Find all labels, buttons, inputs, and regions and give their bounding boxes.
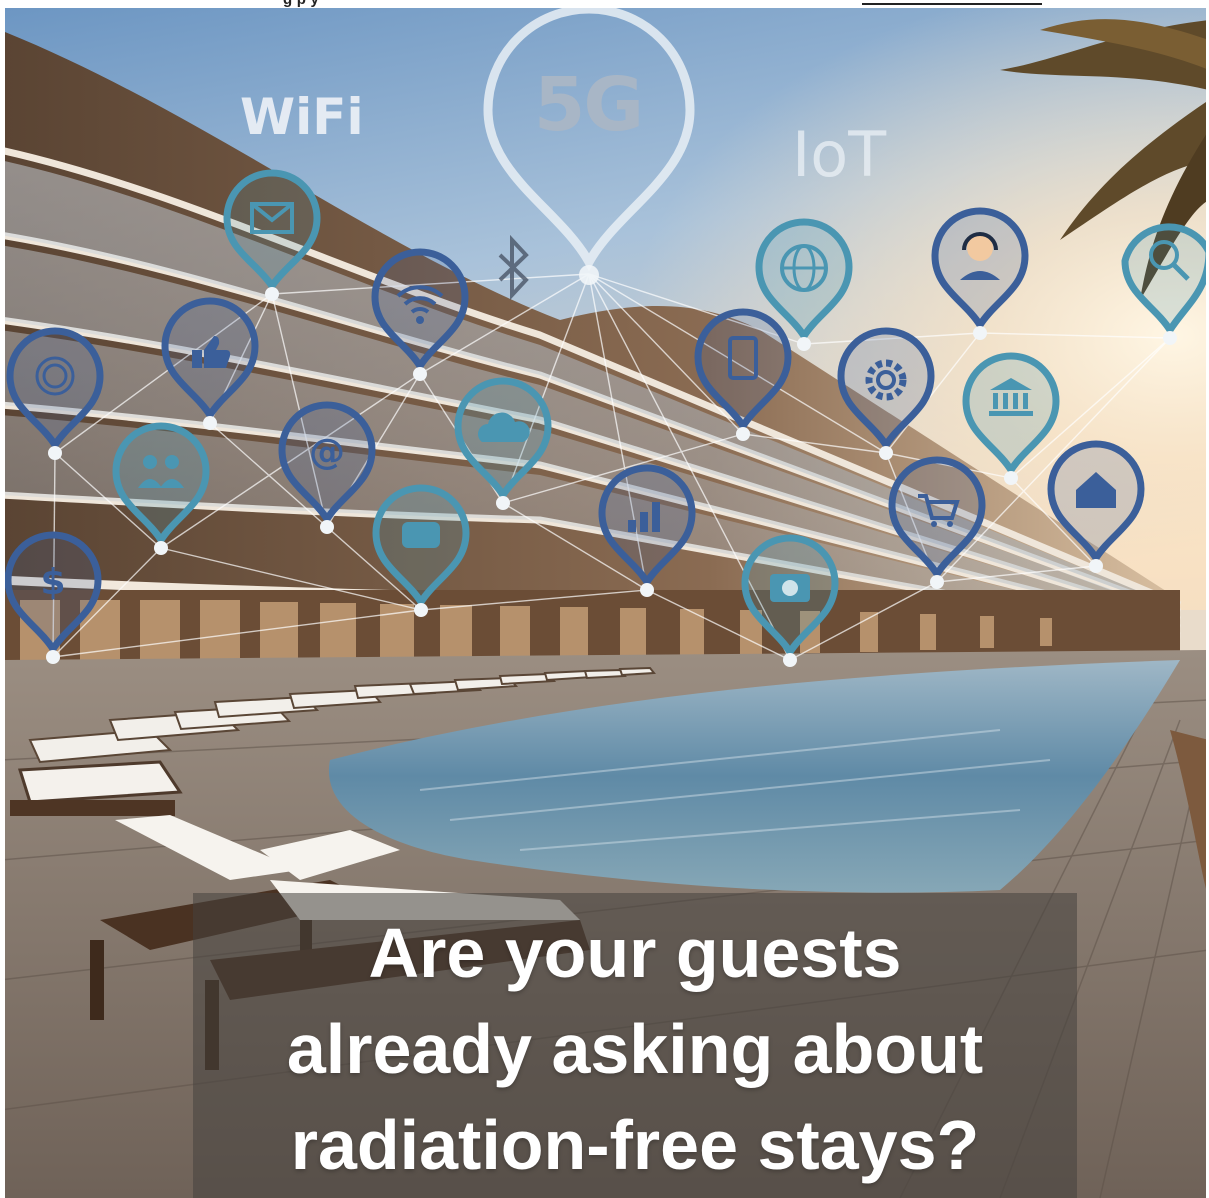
svg-text:@: @ (309, 432, 345, 473)
iot-label: IoT (792, 118, 887, 191)
headline-line-3: radiation-free stays? (290, 1106, 980, 1184)
top-border: g p y (0, 0, 1209, 8)
left-border (0, 0, 5, 1198)
headline-line-1: Are your guests (368, 914, 902, 992)
headline: Are your guests already asking about rad… (193, 905, 1077, 1193)
wifi-label: WiFi (240, 88, 364, 146)
cropped-header-text: g p y (283, 0, 319, 8)
svg-text:$: $ (40, 562, 65, 603)
5g-label: 5G (533, 62, 644, 148)
cropped-link-underline (862, 3, 1042, 5)
headline-line-2: already asking about (286, 1010, 984, 1088)
